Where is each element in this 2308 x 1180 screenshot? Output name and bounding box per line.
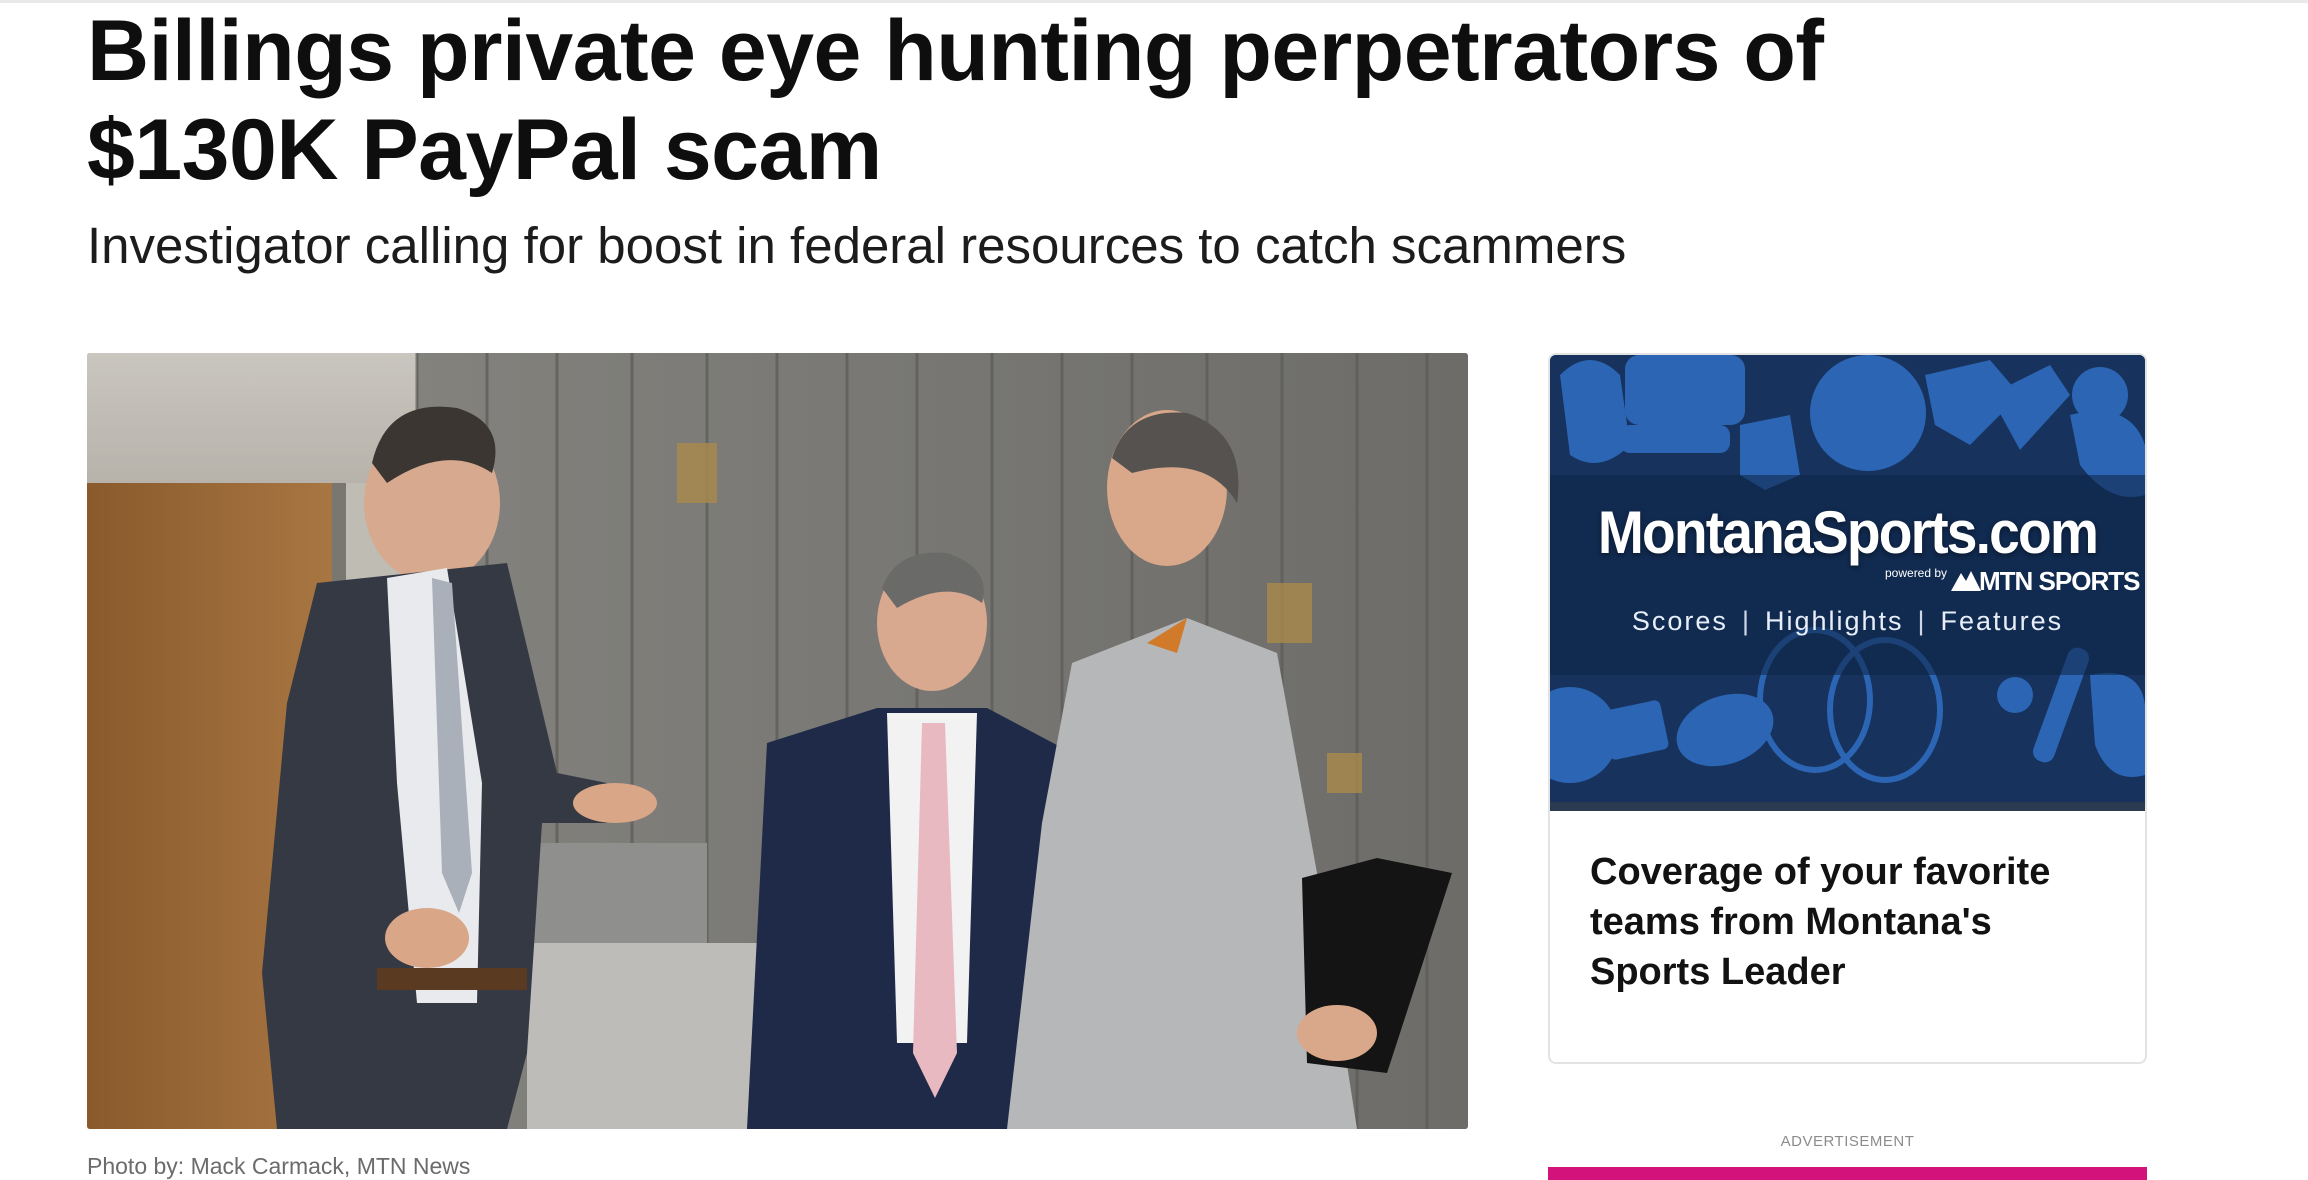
lead-photo-image: [87, 353, 1468, 1129]
article-headline: Billings private eye hunting perpetrator…: [87, 3, 1824, 198]
tagline-highlights: Highlights: [1764, 606, 1904, 636]
advertisement-label: ADVERTISEMENT: [1780, 1133, 1915, 1150]
lead-photo[interactable]: [87, 353, 1468, 1129]
tagline-scores: Scores: [1631, 606, 1728, 636]
tagline-features: Features: [1940, 606, 2064, 636]
promo-divider-bar: [1550, 802, 2145, 811]
mtn-sports-label: MTN SPORTS: [1979, 566, 2140, 596]
article-page: Billings private eye hunting perpetrator…: [0, 0, 2308, 1180]
promo-tagline: Scores | Highlights | Features: [1550, 601, 2145, 641]
mtn-logo: MTN SPORTS: [1951, 561, 2140, 595]
advertisement-banner[interactable]: [1548, 1167, 2147, 1180]
article-subheadline: Investigator calling for boost in federa…: [87, 217, 1627, 274]
montanasports-logo-text: MontanaSports.com: [1597, 499, 2099, 566]
photo-credit: Photo by: Mack Carmack, MTN News: [87, 1153, 471, 1179]
tagline-separator: |: [1917, 606, 1927, 636]
promo-caption-link[interactable]: Coverage of your favorite teams from Mon…: [1590, 847, 2120, 997]
tagline-separator: |: [1741, 606, 1751, 636]
promo-card-montanasports[interactable]: MontanaSports.com powered by MTN SPORTS …: [1548, 353, 2147, 1064]
promo-banner: MontanaSports.com powered by MTN SPORTS …: [1550, 355, 2145, 802]
mountain-icon: [1951, 571, 1981, 591]
powered-by-label: powered by: [1885, 566, 1948, 580]
